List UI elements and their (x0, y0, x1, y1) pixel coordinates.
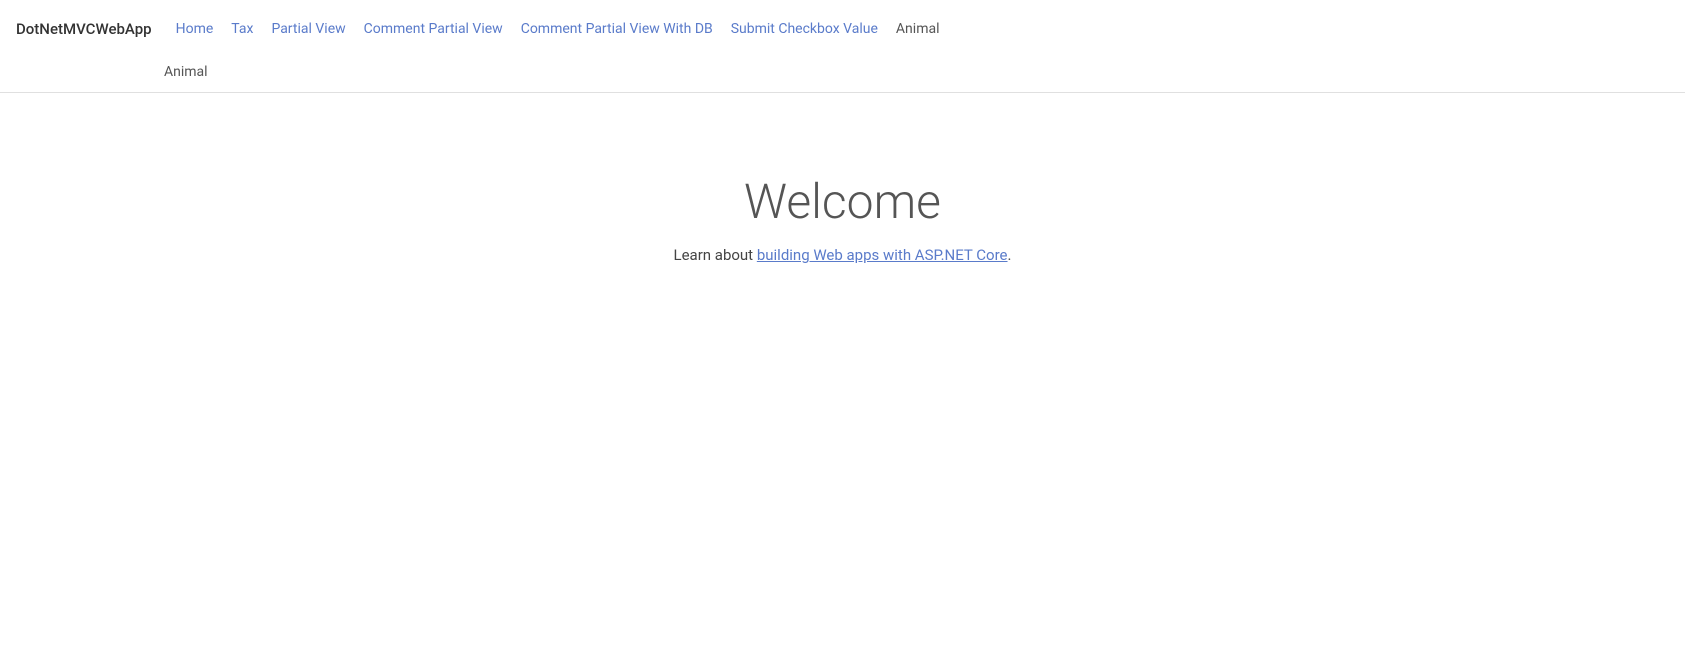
nav-link-partial-view[interactable]: Partial View (263, 17, 353, 41)
nav-row-1: DotNetMVCWebApp HomeTaxPartial ViewComme… (16, 0, 948, 56)
navbar: DotNetMVCWebApp HomeTaxPartial ViewComme… (0, 0, 1685, 93)
brand-link[interactable]: DotNetMVCWebApp (16, 8, 152, 50)
nav-link-submit-checkbox-value[interactable]: Submit Checkbox Value (723, 17, 886, 41)
learn-paragraph: Learn about building Web apps with ASP.N… (0, 246, 1685, 264)
nav-row-2: Animal (16, 56, 216, 92)
nav-link-animal[interactable]: Animal (888, 17, 948, 41)
learn-prefix: Learn about (674, 246, 757, 264)
nav-link-tax[interactable]: Tax (223, 17, 261, 41)
nav-link-comment-partial-view-with-db[interactable]: Comment Partial View With DB (513, 17, 721, 41)
learn-link[interactable]: building Web apps with ASP.NET Core (757, 246, 1008, 264)
learn-suffix: . (1008, 246, 1012, 264)
nav-link-dropdown-animal[interactable]: Animal (156, 60, 216, 84)
nav-link-home[interactable]: Home (168, 17, 222, 41)
nav-link-comment-partial-view[interactable]: Comment Partial View (356, 17, 511, 41)
main-content: Welcome Learn about building Web apps wi… (0, 93, 1685, 264)
nav-links-bottom: Animal (16, 60, 216, 84)
nav-links-top: HomeTaxPartial ViewComment Partial ViewC… (168, 17, 948, 41)
welcome-title: Welcome (0, 173, 1685, 230)
